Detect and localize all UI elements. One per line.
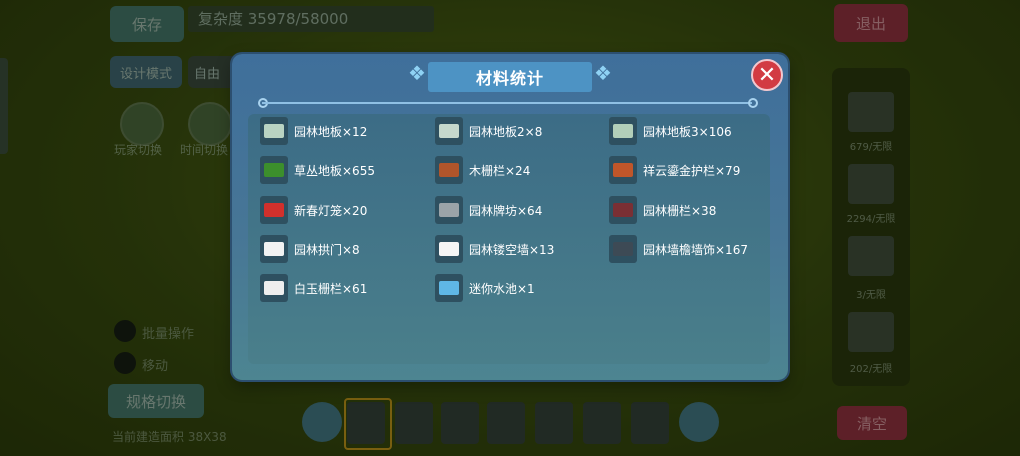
garden-fence-icon [609,196,637,224]
floor-tile-icon [609,117,637,145]
wall-eave-icon [609,235,637,263]
material-item: 新春灯笼×20 [260,195,367,225]
material-item: 白玉栅栏×61 [260,273,367,303]
material-item: 园林牌坊×64 [435,195,542,225]
jade-fence-icon [260,274,288,302]
title-ornament-left-icon: ❖ [408,61,426,85]
material-item: 木栅栏×24 [435,155,530,185]
material-item: 园林拱门×8 [260,234,360,264]
floor-tile-icon [435,117,463,145]
material-item-label: 白玉栅栏×61 [294,281,368,296]
lantern-icon [260,196,288,224]
material-item-label: 草丛地板×655 [294,163,375,178]
material-item-label: 园林墙檐墙饰×167 [643,242,748,257]
material-item-label: 园林栅栏×38 [643,203,717,218]
hollow-wall-icon [435,235,463,263]
material-item: 祥云鎏金护栏×79 [609,155,740,185]
material-item-label: 园林拱门×8 [294,242,360,257]
material-item: 迷你水池×1 [435,273,535,303]
material-item: 园林墙檐墙饰×167 [609,234,748,264]
material-item: 园林镂空墙×13 [435,234,554,264]
material-item: 园林栅栏×38 [609,195,716,225]
material-item: 园林地板2×8 [435,116,542,146]
material-item-label: 园林地板3×106 [643,124,732,139]
mini-pool-icon [435,274,463,302]
material-item: 草丛地板×655 [260,155,375,185]
gold-railing-icon [609,156,637,184]
wood-fence-icon [435,156,463,184]
material-item-label: 迷你水池×1 [469,281,535,296]
material-stats-dialog: ❖ 材料统计 ❖ ✕ 园林地板×12 园林地板2×8 园林地板3×106 草丛地板×6… [232,54,788,380]
material-item-label: 园林镂空墙×13 [469,242,555,257]
title-ornament-right-icon: ❖ [594,61,612,85]
material-item-label: 园林牌坊×64 [469,203,543,218]
archway-icon [435,196,463,224]
material-item: 园林地板3×106 [609,116,732,146]
material-item-label: 园林地板×12 [294,124,368,139]
material-item-label: 木栅栏×24 [469,163,531,178]
divider-right-ornament [748,98,758,108]
grass-floor-icon [260,156,288,184]
arch-door-icon [260,235,288,263]
material-item-label: 祥云鎏金护栏×79 [643,163,741,178]
floor-tile-icon [260,117,288,145]
close-button[interactable]: ✕ [751,59,783,91]
material-item: 园林地板×12 [260,116,367,146]
dialog-title: 材料统计 [428,62,592,92]
title-divider [262,102,752,104]
material-item-label: 园林地板2×8 [469,124,543,139]
material-item-label: 新春灯笼×20 [294,203,368,218]
